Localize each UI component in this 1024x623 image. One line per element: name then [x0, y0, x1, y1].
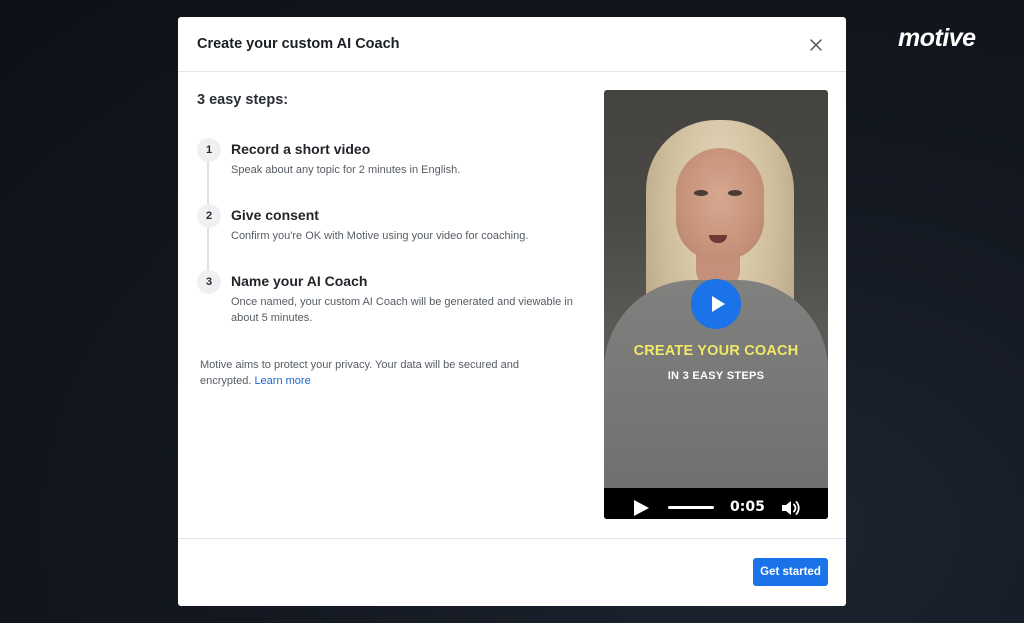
video-progress-bar[interactable] [668, 506, 714, 509]
step-description: Once named, your custom AI Coach will be… [231, 296, 573, 324]
modal-header: Create your custom AI Coach [178, 17, 846, 72]
step-title: Record a short video [231, 141, 371, 157]
video-overlay-subtitle: IN 3 EASY STEPS [667, 370, 765, 382]
step-number: 1 [197, 138, 221, 162]
step-description: Confirm you're OK with Motive using your… [231, 230, 529, 242]
step-title: Name your AI Coach [231, 273, 368, 289]
ai-coach-modal: Create your custom AI Coach 3 easy steps… [178, 17, 846, 606]
modal-footer: Get started [178, 538, 846, 606]
video-frame-eye [694, 190, 708, 196]
steps-heading: 3 easy steps: [197, 92, 289, 108]
get-started-button[interactable]: Get started [753, 558, 828, 586]
video-play-button[interactable] [691, 279, 741, 329]
volume-icon [782, 501, 800, 515]
step-description: Speak about any topic for 2 minutes in E… [231, 164, 461, 176]
video-frame-face [676, 148, 764, 260]
video-overlay-title: CREATE YOUR COACH [633, 343, 799, 359]
privacy-note: Motive aims to protect your privacy. You… [200, 358, 560, 389]
volume-button[interactable] [780, 499, 804, 517]
video-controls: 0:05 [604, 488, 828, 519]
play-icon[interactable] [634, 500, 649, 516]
video-frame-eye [728, 190, 742, 196]
step-title: Give consent [231, 207, 319, 223]
privacy-text: Motive aims to protect your privacy. You… [200, 359, 519, 387]
step-number: 3 [197, 270, 221, 294]
learn-more-link[interactable]: Learn more [254, 375, 310, 387]
modal-title: Create your custom AI Coach [197, 36, 400, 52]
coach-video-player[interactable]: CREATE YOUR COACH IN 3 EASY STEPS 0:05 [604, 90, 828, 519]
video-time: 0:05 [730, 499, 765, 515]
motive-logo: motive [898, 24, 976, 52]
step-number: 2 [197, 204, 221, 228]
close-icon [810, 39, 822, 51]
close-button[interactable] [808, 37, 824, 53]
